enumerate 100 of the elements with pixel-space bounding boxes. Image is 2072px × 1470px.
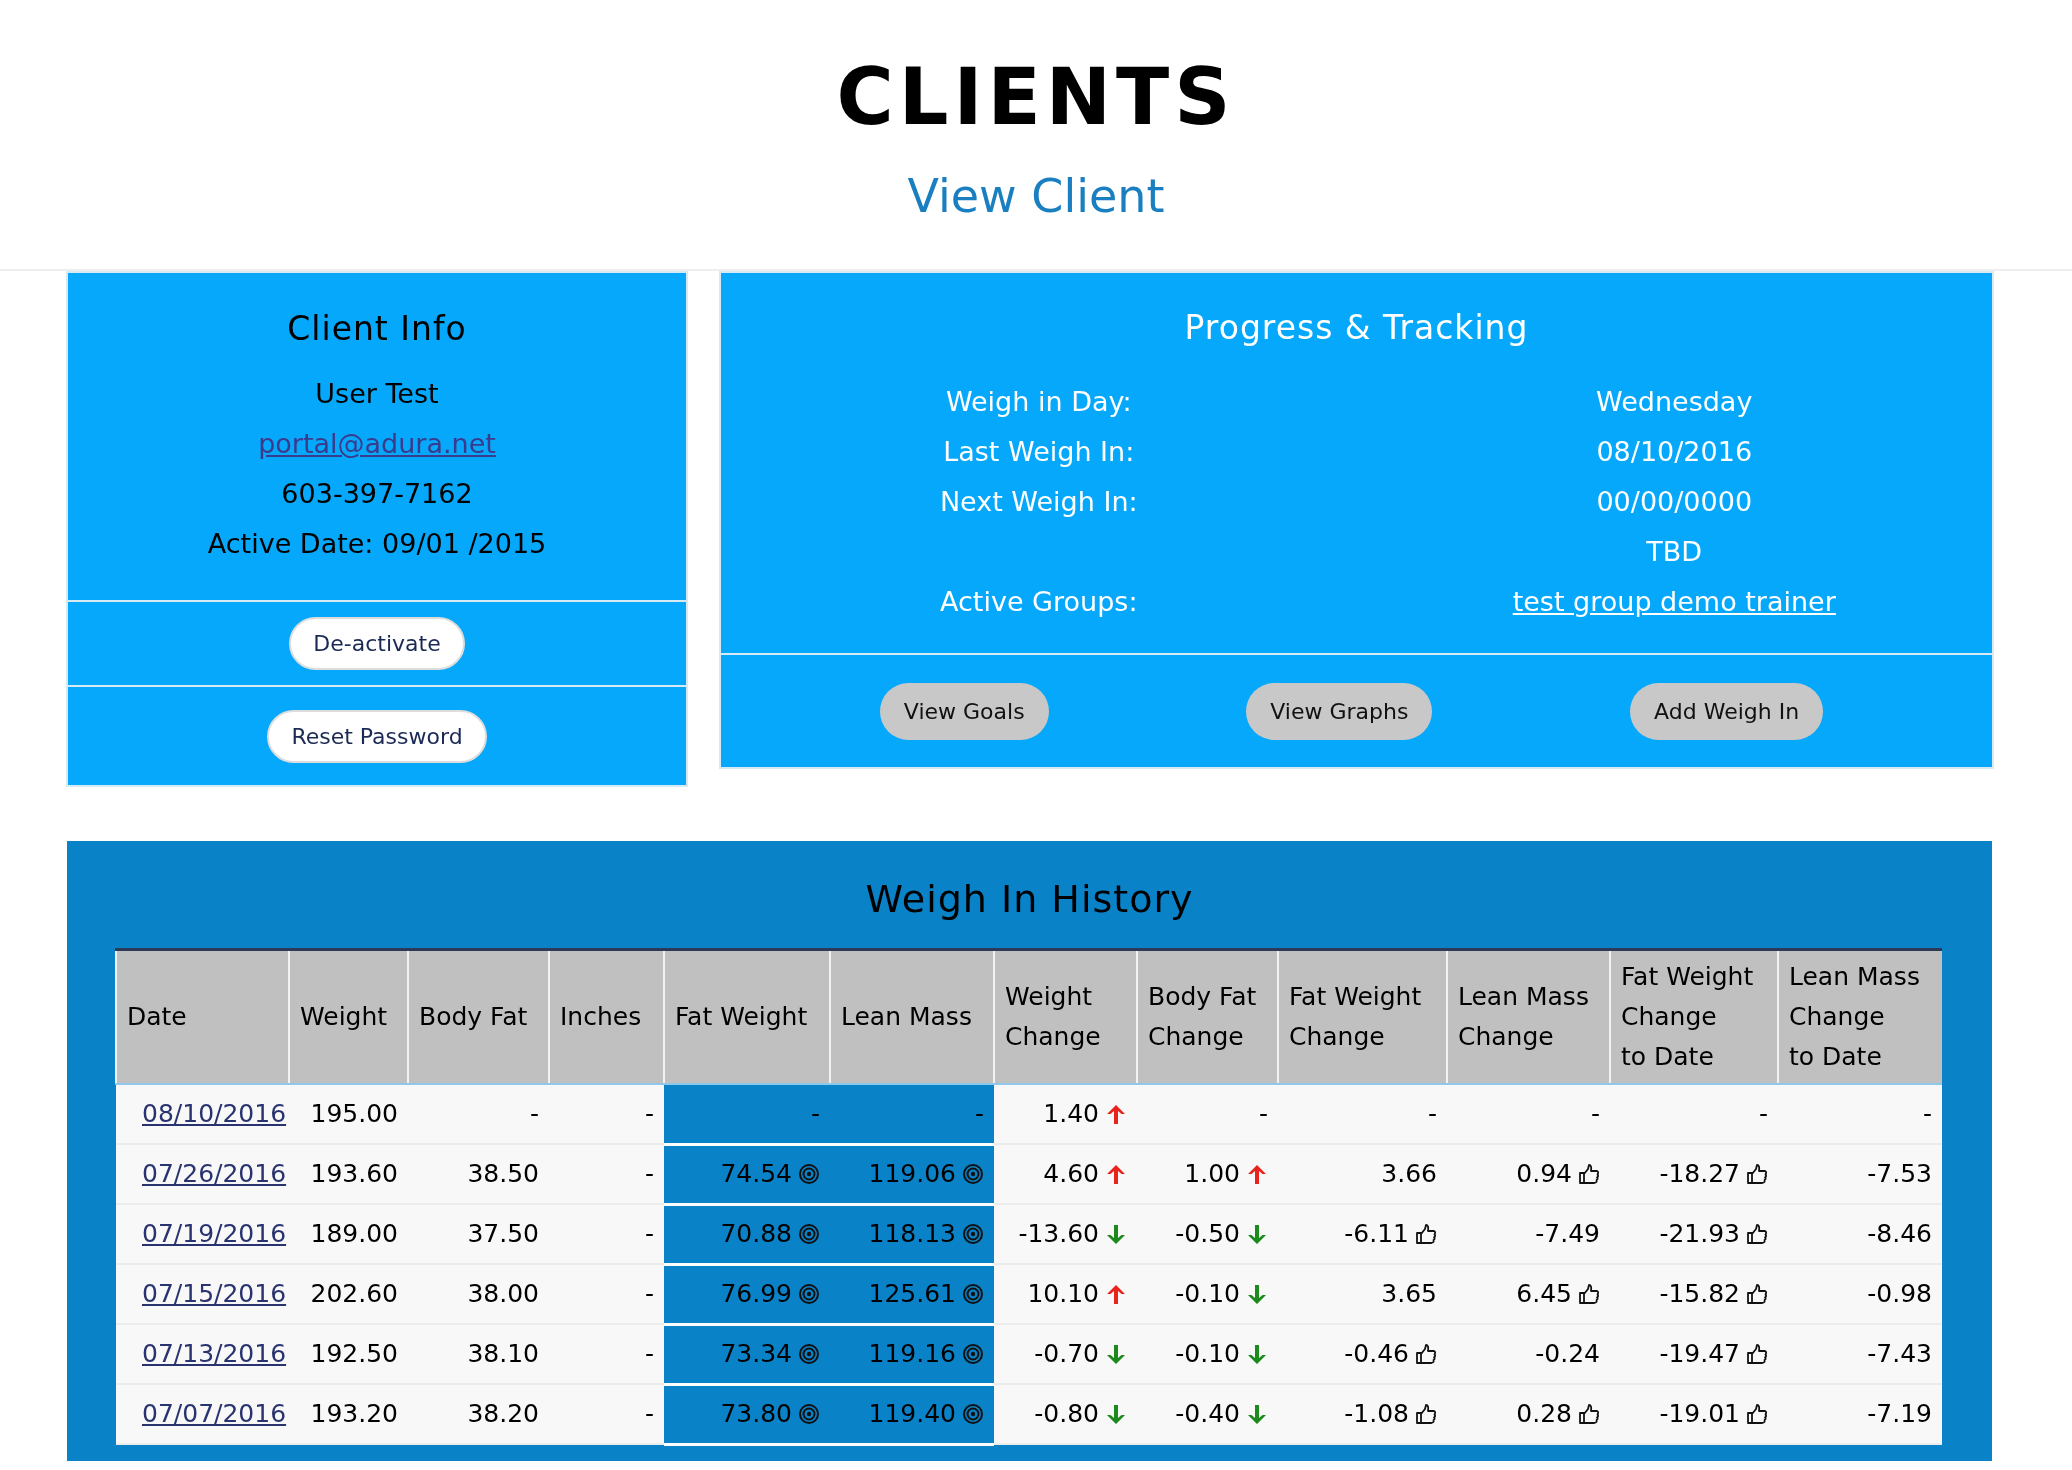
column-header: Inches bbox=[549, 949, 664, 1084]
table-cell: -8.46 bbox=[1778, 1204, 1942, 1264]
column-header: Body Fat Change bbox=[1137, 949, 1278, 1084]
field-value: TBD bbox=[1646, 535, 1703, 567]
thumbs-up-icon bbox=[1415, 1223, 1437, 1246]
thumbs-up-icon bbox=[1415, 1343, 1437, 1366]
table-cell: - bbox=[1778, 1084, 1942, 1144]
table-cell: 3.65 bbox=[1278, 1264, 1447, 1324]
table-cell: -0.40 bbox=[1175, 1399, 1240, 1429]
reset-password-button[interactable]: Reset Password bbox=[267, 709, 487, 763]
table-cell: -0.46 bbox=[1344, 1339, 1409, 1369]
thumbs-up-icon bbox=[1746, 1163, 1768, 1186]
action-button[interactable]: View Graphs bbox=[1246, 682, 1433, 740]
table-cell: 76.99 bbox=[720, 1279, 792, 1309]
field-label: Last Weigh In: bbox=[943, 435, 1135, 467]
table-cell: 74.54 bbox=[720, 1159, 792, 1189]
table-cell: 1.00 bbox=[1184, 1159, 1240, 1189]
table-cell: -19.47 bbox=[1659, 1339, 1740, 1369]
column-header: Fat Weight Change bbox=[1278, 949, 1447, 1084]
target-icon bbox=[962, 1403, 984, 1426]
thumbs-up-icon bbox=[1415, 1403, 1437, 1426]
column-header: Body Fat bbox=[408, 949, 549, 1084]
table-cell: -1.08 bbox=[1344, 1399, 1409, 1429]
target-icon bbox=[962, 1223, 984, 1246]
table-cell: 193.60 bbox=[289, 1144, 408, 1204]
up-arrow-icon bbox=[1105, 1103, 1127, 1126]
up-arrow-icon bbox=[1246, 1163, 1268, 1186]
table-cell: -0.98 bbox=[1778, 1264, 1942, 1324]
table-cell: 125.61 bbox=[868, 1279, 956, 1309]
table-cell: - bbox=[1278, 1084, 1447, 1144]
page-subtitle: View Client bbox=[907, 168, 1165, 225]
up-arrow-icon bbox=[1105, 1283, 1127, 1306]
target-icon bbox=[962, 1163, 984, 1186]
table-cell: 38.50 bbox=[408, 1144, 549, 1204]
table-cell: 189.00 bbox=[289, 1204, 408, 1264]
down-arrow-icon bbox=[1246, 1283, 1268, 1306]
deactivate-button[interactable]: De-activate bbox=[289, 617, 465, 670]
table-cell: -0.10 bbox=[1175, 1279, 1240, 1309]
target-icon bbox=[962, 1283, 984, 1306]
table-cell: 193.20 bbox=[289, 1384, 408, 1444]
target-icon bbox=[798, 1163, 820, 1186]
panel-title: Weigh In History bbox=[864, 876, 1195, 923]
table-cell: - bbox=[549, 1204, 664, 1264]
table-cell: -7.53 bbox=[1778, 1144, 1942, 1204]
table-cell: -7.49 bbox=[1447, 1204, 1610, 1264]
table-cell: -6.11 bbox=[1344, 1219, 1409, 1249]
column-header: Weight bbox=[289, 949, 408, 1084]
table-cell: -0.10 bbox=[1175, 1339, 1240, 1369]
table-cell: 38.10 bbox=[408, 1324, 549, 1384]
table-cell: -0.50 bbox=[1175, 1219, 1240, 1249]
table-cell: -15.82 bbox=[1659, 1279, 1740, 1309]
table-cell: - bbox=[549, 1264, 664, 1324]
column-header: Fat Weight bbox=[664, 949, 830, 1084]
table-cell: 1.40 bbox=[1043, 1099, 1099, 1129]
thumbs-up-icon bbox=[1746, 1403, 1768, 1426]
column-header: Fat Weight Change to Date bbox=[1610, 949, 1778, 1084]
table-cell: - bbox=[408, 1084, 549, 1144]
action-button[interactable]: Add Weigh In bbox=[1630, 682, 1824, 740]
down-arrow-icon bbox=[1246, 1343, 1268, 1366]
table-cell: -0.80 bbox=[1034, 1399, 1099, 1429]
target-icon bbox=[962, 1343, 984, 1366]
client-name: User Test bbox=[315, 377, 439, 412]
table-cell: -18.27 bbox=[1659, 1159, 1740, 1189]
table-cell: -21.93 bbox=[1659, 1219, 1740, 1249]
table-cell: 118.13 bbox=[868, 1219, 956, 1249]
field-value: 08/10/2016 bbox=[1596, 435, 1753, 467]
field-label: Next Weigh In: bbox=[939, 485, 1138, 517]
card-title: Progress & Tracking bbox=[1183, 307, 1530, 349]
email-link[interactable]: portal@adura.net bbox=[258, 419, 496, 470]
card-title: Client Info bbox=[287, 307, 467, 350]
down-arrow-icon bbox=[1105, 1343, 1127, 1366]
field-label: Weigh in Day: bbox=[945, 385, 1132, 417]
table-cell: -0.70 bbox=[1034, 1339, 1099, 1369]
phone-number: 603-397-7162 bbox=[281, 477, 473, 512]
action-button[interactable]: View Goals bbox=[879, 682, 1049, 740]
table-cell: - bbox=[549, 1084, 664, 1144]
table-cell: - bbox=[1447, 1084, 1610, 1144]
field-value: Wednesday bbox=[1596, 385, 1753, 417]
thumbs-up-icon bbox=[1746, 1343, 1768, 1366]
field-label: Active Groups: bbox=[940, 585, 1138, 617]
down-arrow-icon bbox=[1105, 1223, 1127, 1246]
table-cell: -0.24 bbox=[1447, 1324, 1610, 1384]
thumbs-up-icon bbox=[1578, 1403, 1600, 1426]
table-cell: 38.00 bbox=[408, 1264, 549, 1324]
thumbs-up-icon bbox=[1746, 1223, 1768, 1246]
table-cell: -13.60 bbox=[1018, 1219, 1099, 1249]
table-cell: 4.60 bbox=[1043, 1159, 1099, 1189]
table-cell: 192.50 bbox=[289, 1324, 408, 1384]
table-cell: 6.45 bbox=[1516, 1279, 1572, 1309]
target-icon bbox=[798, 1283, 820, 1306]
target-icon bbox=[798, 1223, 820, 1246]
column-header: Weight Change bbox=[994, 949, 1137, 1084]
table-cell: 73.80 bbox=[720, 1399, 792, 1429]
table-cell: -7.43 bbox=[1778, 1324, 1942, 1384]
column-header: Lean Mass Change bbox=[1447, 949, 1610, 1084]
table-cell: 119.16 bbox=[868, 1339, 956, 1369]
table-cell: - bbox=[549, 1324, 664, 1384]
table-cell: - bbox=[664, 1084, 830, 1144]
table-cell: - bbox=[1610, 1084, 1778, 1144]
table-cell: - bbox=[549, 1384, 664, 1444]
